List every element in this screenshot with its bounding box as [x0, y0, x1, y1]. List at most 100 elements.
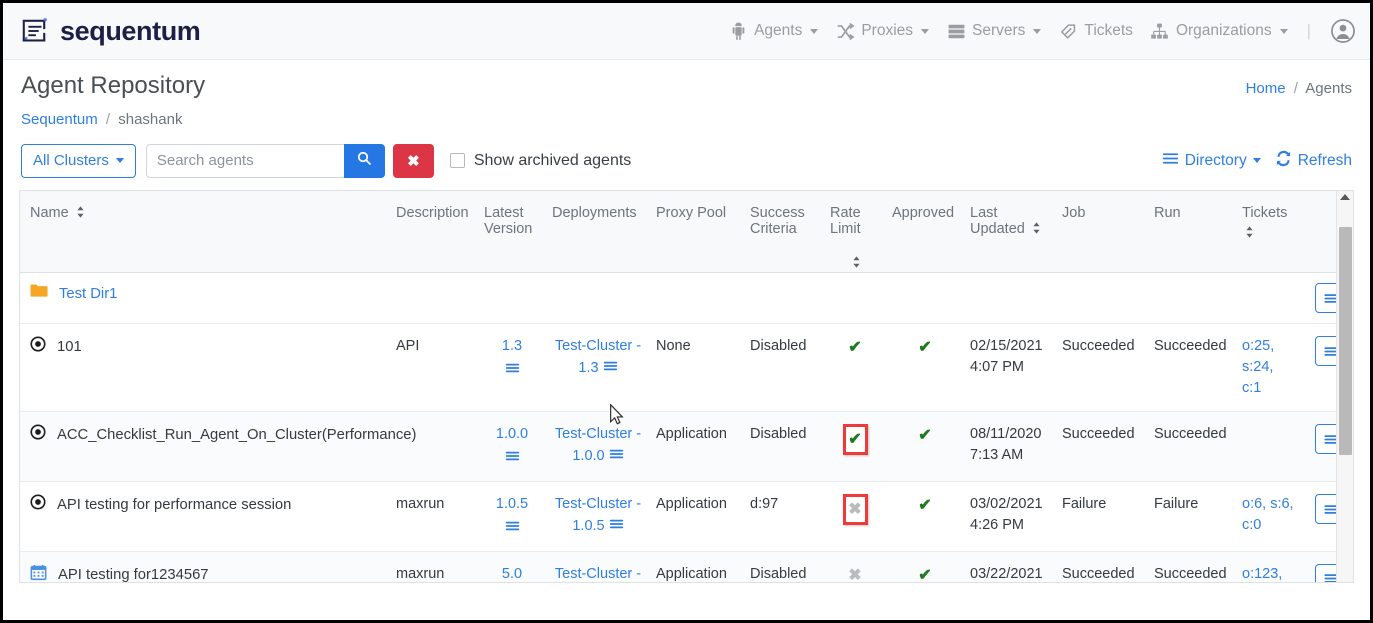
- row-success-criteria: d:97: [744, 482, 824, 552]
- version-menu-icon[interactable]: [505, 447, 520, 469]
- search-button[interactable]: [344, 144, 385, 178]
- directory-approved-cell: [886, 273, 964, 324]
- table-row[interactable]: 101 API 1.3 Test-Cl: [20, 324, 1354, 412]
- nav-item-servers[interactable]: Servers: [946, 21, 1041, 41]
- table-row[interactable]: API testing for performance session maxr…: [20, 482, 1354, 552]
- brand-name: sequentum: [60, 16, 200, 47]
- column-header-proxy-pool: Proxy Pool: [650, 191, 744, 273]
- check-icon: ✔: [848, 428, 861, 451]
- row-tickets-link[interactable]: o:123, s:121, c:2: [1242, 566, 1282, 583]
- row-tickets-link[interactable]: o:6, s:6, c:0: [1242, 496, 1294, 533]
- row-deployment-link[interactable]: Test-Cluster - 1.3: [555, 338, 641, 376]
- org-chart-icon: [1150, 21, 1170, 41]
- row-approved-cell: ✔: [886, 324, 964, 412]
- row-run-status: Succeeded: [1148, 324, 1236, 412]
- row-deployment-link[interactable]: Test-Cluster - 5.0: [555, 566, 641, 583]
- row-run-status: Succeeded: [1148, 551, 1236, 582]
- server-stack-icon: [946, 21, 966, 41]
- version-menu-icon[interactable]: [505, 359, 520, 381]
- chevron-down-icon: [1033, 29, 1041, 34]
- directory-desc-cell: [390, 273, 478, 324]
- cluster-filter-dropdown[interactable]: All Clusters: [21, 144, 136, 178]
- check-icon: ✔: [918, 427, 931, 444]
- nav-item-proxies[interactable]: Proxies: [835, 21, 929, 41]
- table-row[interactable]: ACC_Checklist_Run_Agent_On_Cluster(Perfo…: [20, 412, 1354, 482]
- table-row-directory[interactable]: Test Dir1: [20, 273, 1354, 324]
- show-archived-checkbox[interactable]: [450, 153, 465, 168]
- column-header-last-updated[interactable]: Last Updated: [964, 191, 1056, 273]
- nav-separator: |: [1307, 21, 1311, 41]
- user-account-icon[interactable]: [1330, 18, 1356, 44]
- breadcrumb-top: Home / Agents: [1246, 72, 1352, 97]
- check-icon: ✔: [918, 497, 931, 514]
- table-row[interactable]: API testing for1234567 maxrun 5.0: [20, 551, 1354, 582]
- breadcrumb-home-link[interactable]: Home: [1246, 80, 1286, 97]
- breadcrumb-sequentum-link[interactable]: Sequentum: [21, 111, 98, 128]
- tag-icon: [1058, 21, 1078, 41]
- breadcrumb-sub-current: shashank: [118, 111, 182, 128]
- refresh-icon: [1275, 150, 1292, 172]
- row-tickets-cell: [1236, 412, 1300, 482]
- nav-item-servers-label: Servers: [972, 22, 1025, 40]
- row-latest-version-link[interactable]: 1.3: [502, 336, 522, 357]
- magnifier-icon: [356, 150, 372, 171]
- show-archived-toggle[interactable]: Show archived agents: [450, 152, 631, 170]
- sort-icon: [1032, 222, 1041, 238]
- refresh-button[interactable]: Refresh: [1275, 150, 1352, 172]
- nav-item-organizations-label: Organizations: [1176, 22, 1272, 40]
- row-proxy-pool: Application: [650, 412, 744, 482]
- row-deployment-link[interactable]: Test-Cluster - 1.0.0: [555, 426, 641, 464]
- row-last-updated-date: 03/02/2021: [970, 494, 1050, 515]
- search-input[interactable]: [146, 144, 344, 178]
- row-last-updated-date: 02/15/2021: [970, 336, 1050, 357]
- column-header-tickets[interactable]: Tickets: [1236, 191, 1300, 273]
- column-header-name-label: Name: [30, 205, 69, 221]
- target-agent-icon: [30, 336, 46, 359]
- nav-item-agents[interactable]: Agents: [728, 21, 818, 41]
- deployment-menu-icon[interactable]: [603, 359, 618, 376]
- row-latest-version-link[interactable]: 1.0.0: [496, 424, 528, 445]
- refresh-label: Refresh: [1298, 152, 1352, 170]
- row-rate-limit-cell: ✖: [824, 551, 886, 582]
- column-header-deployments: Deployments: [546, 191, 650, 273]
- row-latest-version-cell: 1.0.5: [478, 482, 546, 552]
- toolbar-actions: Directory Refresh: [1162, 150, 1352, 172]
- deployment-menu-icon[interactable]: [609, 447, 624, 464]
- folder-icon: [30, 283, 48, 305]
- scroll-up-arrow-icon[interactable]: [1340, 194, 1350, 200]
- row-latest-version-link[interactable]: 5.0: [502, 564, 522, 583]
- nav-item-tickets[interactable]: Tickets: [1058, 21, 1133, 41]
- row-deployments-cell: Test-Cluster - 1.0.5: [546, 482, 650, 552]
- brand[interactable]: sequentum: [19, 16, 200, 47]
- nav-item-agents-label: Agents: [754, 22, 802, 40]
- check-icon: ✔: [848, 339, 861, 356]
- row-deployment-link[interactable]: Test-Cluster - 1.0.5: [555, 496, 641, 534]
- row-proxy-pool: None: [650, 324, 744, 412]
- directory-job-cell: [1056, 273, 1148, 324]
- directory-proxy-cell: [650, 273, 744, 324]
- chevron-down-icon: [1253, 158, 1261, 163]
- row-latest-version-cell: 5.0: [478, 551, 546, 582]
- nav-item-organizations[interactable]: Organizations: [1150, 21, 1288, 41]
- directory-dropdown[interactable]: Directory: [1162, 150, 1261, 172]
- row-success-criteria: Disabled: [744, 551, 824, 582]
- cluster-filter-label: All Clusters: [33, 152, 109, 169]
- row-rate-limit-cell: ✖: [824, 482, 886, 552]
- version-menu-icon[interactable]: [505, 517, 520, 539]
- column-header-rate-limit[interactable]: Rate Limit: [824, 191, 886, 273]
- row-tickets-link[interactable]: o:25, s:24, c:1: [1242, 338, 1274, 396]
- row-success-criteria: Disabled: [744, 412, 824, 482]
- table-vertical-scrollbar[interactable]: [1336, 191, 1353, 582]
- directory-link[interactable]: Test Dir1: [59, 284, 117, 305]
- column-header-rate-limit-label: Rate Limit: [830, 205, 861, 237]
- row-job-status: Failure: [1056, 482, 1148, 552]
- row-latest-version-link[interactable]: 1.0.5: [496, 494, 528, 515]
- scrollbar-thumb[interactable]: [1339, 227, 1352, 455]
- directory-success-cell: [744, 273, 824, 324]
- directory-label: Directory: [1185, 152, 1247, 170]
- target-agent-icon: [30, 494, 46, 517]
- clear-search-button[interactable]: ✖: [393, 144, 434, 178]
- deployment-menu-icon[interactable]: [609, 517, 624, 534]
- column-header-name[interactable]: Name: [20, 191, 390, 273]
- scroll-down-arrow-icon[interactable]: [1340, 573, 1350, 579]
